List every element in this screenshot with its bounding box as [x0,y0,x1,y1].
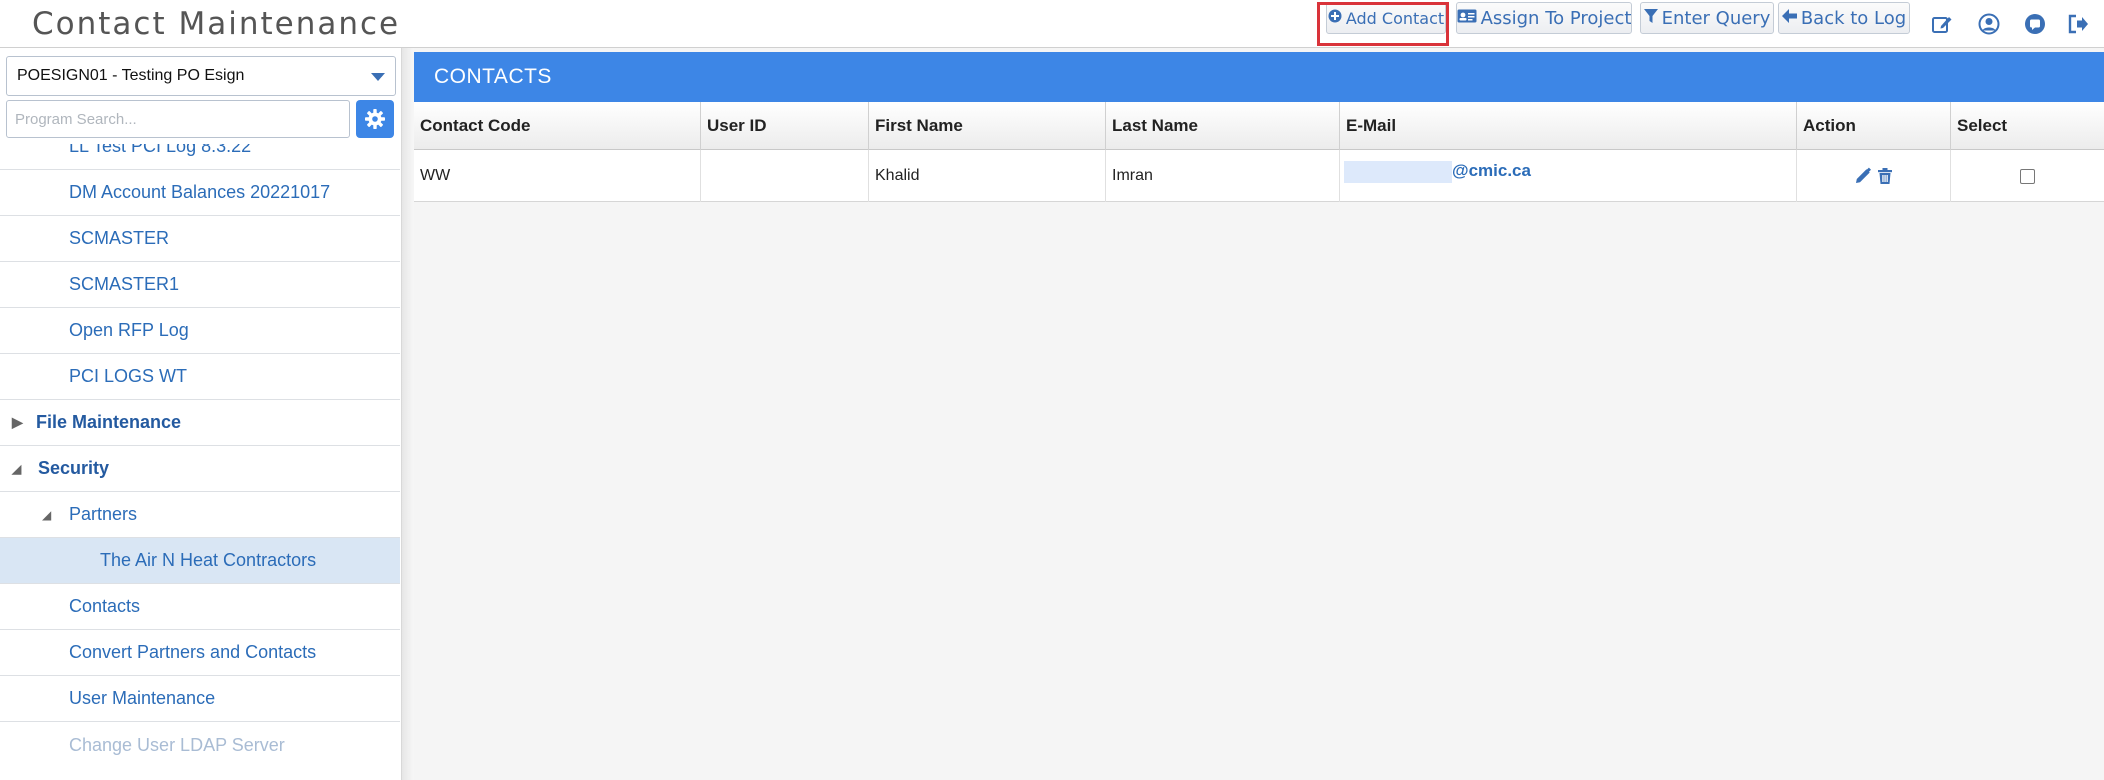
sidebar-item-ll-test-pci-log[interactable]: LL Test PCI Log 8.3.22 [0,144,400,170]
sidebar-item-label: Convert Partners and Contacts [69,642,317,662]
sidebar-item-open-rfp-log[interactable]: Open RFP Log [0,308,400,354]
sidebar-item-label: Security [38,458,110,478]
sidebar-item-file-maintenance[interactable]: ▶ File Maintenance [0,400,400,446]
sidebar-item-contacts[interactable]: Contacts [0,584,400,630]
sidebar-item-the-air-n-heat-contractors[interactable]: The Air N Heat Contractors [0,538,400,584]
sidebar-item-partners[interactable]: ◢ Partners [0,492,400,538]
sidebar-item-convert-partners-and-contacts[interactable]: Convert Partners and Contacts [0,630,400,676]
sidebar-item-scmaster1[interactable]: SCMASTER1 [0,262,400,308]
sidebar-item-user-maintenance[interactable]: User Maintenance [0,676,400,722]
gear-icon [365,109,385,129]
sidebar-splitter[interactable] [402,48,414,780]
back-to-log-button[interactable]: Back to Log [1778,2,1910,34]
sidebar-item-label: SCMASTER1 [69,274,180,294]
caret-down-icon[interactable]: ◢ [42,508,51,522]
chat-icon[interactable] [2023,12,2047,36]
sidebar-item-label: PCI LOGS WT [69,366,188,386]
sidebar-item-label: User Maintenance [69,688,216,708]
column-header-label: Contact Code [420,116,531,135]
caret-down-icon[interactable]: ◢ [12,462,21,476]
column-header-last-name[interactable]: Last Name [1106,102,1340,150]
program-search-input[interactable] [6,100,350,138]
sidebar-item-label: The Air N Heat Contractors [100,550,317,570]
highlight-box [1317,2,1449,46]
cell-contact-code: WW [414,150,701,202]
cell-action [1797,150,1951,202]
panel-title: CONTACTS [434,65,552,88]
sidebar-item-dm-account-balances[interactable]: DM Account Balances 20221017 [0,170,400,216]
pencil-icon[interactable] [1853,166,1873,186]
column-header-select: Select [1951,102,2104,150]
contacts-panel-header: CONTACTS [414,52,2104,102]
id-card-icon [1457,9,1477,27]
column-header-label: Last Name [1112,116,1198,135]
email-redaction [1344,161,1452,183]
program-tree: LL Test PCI Log 8.3.22 DM Account Balanc… [0,144,402,780]
cell-last-name: Imran [1106,150,1340,202]
sidebar-item-pci-logs-wt[interactable]: PCI LOGS WT [0,354,400,400]
table-row[interactable]: WW Khalid Imran @cmic.ca [414,150,2104,202]
column-header-label: E-Mail [1346,116,1397,135]
app-header: Contact Maintenance Add Contact Assign T… [0,0,2104,48]
chevron-down-icon [371,73,385,81]
enter-query-label: Enter Query [1661,7,1771,29]
sidebar-item-change-user-ldap-server[interactable]: Change User LDAP Server [0,722,400,768]
sidebar-item-label: DM Account Balances 20221017 [69,182,331,202]
column-header-user-id[interactable]: User ID [701,102,869,150]
sidebar-item-label: File Maintenance [36,412,182,432]
column-header-label: First Name [875,116,963,135]
logout-icon[interactable] [2066,12,2090,36]
search-settings-button[interactable] [356,100,394,138]
edit-icon[interactable] [1930,12,1954,36]
sidebar: POESIGN01 - Testing PO Esign LL Test PCI… [0,48,402,780]
column-header-label: Action [1803,116,1856,135]
trash-icon[interactable] [1875,166,1895,186]
column-header-first-name[interactable]: First Name [869,102,1106,150]
sidebar-item-label: Open RFP Log [69,320,189,340]
sidebar-item-label: LL Test PCI Log 8.3.22 [69,144,252,156]
column-header-label: Select [1957,116,2008,135]
enter-query-button[interactable]: Enter Query [1640,2,1774,34]
sidebar-item-label: Partners [69,504,138,524]
back-to-log-label: Back to Log [1800,7,1907,29]
sidebar-item-security[interactable]: ◢ Security [0,446,400,492]
column-header-email[interactable]: E-Mail [1340,102,1797,150]
main-content: CONTACTS Contact Code User ID First Name… [414,48,2104,780]
sidebar-item-label: SCMASTER [69,228,170,248]
grid-header: Contact Code User ID First Name Last Nam… [414,102,2104,150]
sidebar-item-scmaster[interactable]: SCMASTER [0,216,400,262]
page-title: Contact Maintenance [32,6,401,42]
column-header-contact-code[interactable]: Contact Code [414,102,701,150]
user-icon[interactable] [1977,12,2001,36]
arrow-left-icon [1781,9,1797,27]
sidebar-item-label: Contacts [69,596,141,616]
filter-icon [1643,8,1658,28]
cell-select [1951,150,2104,202]
sidebar-item-label: Change User LDAP Server [69,734,285,755]
column-header-label: User ID [707,116,767,135]
assign-to-project-button[interactable]: Assign To Project [1456,2,1632,34]
cell-user-id [701,150,869,202]
project-select-value: POESIGN01 - Testing PO Esign [17,67,245,84]
caret-right-icon[interactable]: ▶ [12,414,23,431]
column-header-action: Action [1797,102,1951,150]
cell-email: @cmic.ca [1340,150,1797,202]
cell-first-name: Khalid [869,150,1106,202]
project-select[interactable]: POESIGN01 - Testing PO Esign [6,56,396,96]
select-checkbox[interactable] [2020,168,2035,184]
assign-to-project-label: Assign To Project [1480,7,1632,29]
email-link[interactable]: @cmic.ca [1452,161,1531,181]
